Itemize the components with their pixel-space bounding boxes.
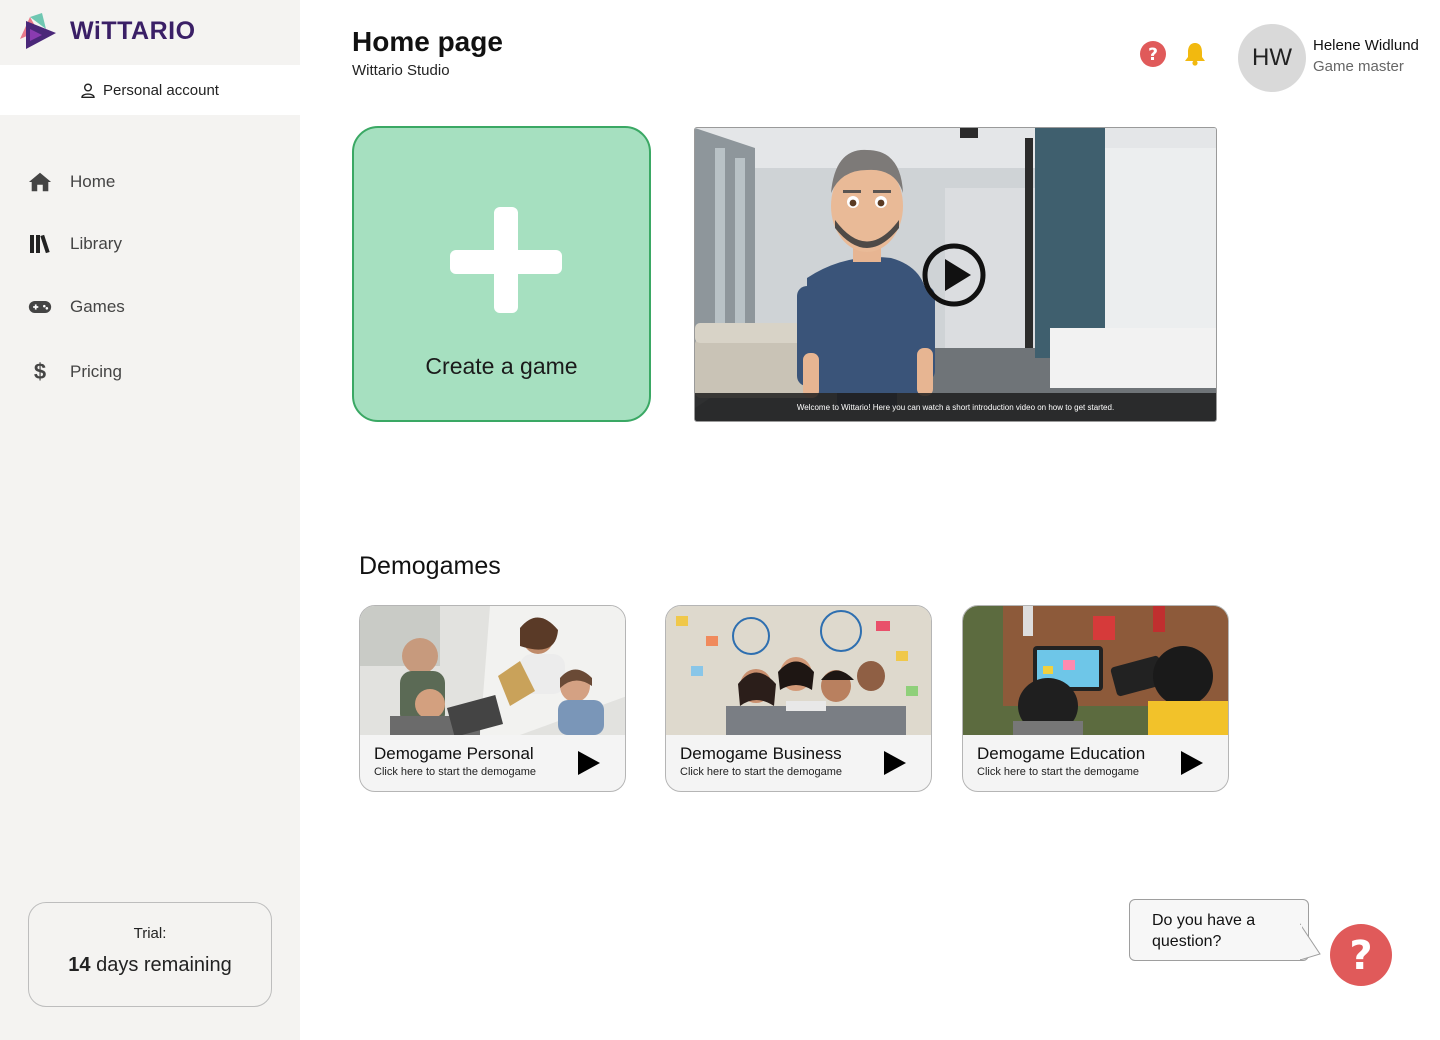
svg-text:?: ? xyxy=(1148,45,1158,65)
help-chat-icon[interactable]: ? xyxy=(1330,924,1392,986)
trial-days-suffix: days remaining xyxy=(96,954,232,976)
demogame-education-card[interactable]: Demogame Education Click here to start t… xyxy=(962,605,1229,792)
personal-account-label: Personal account xyxy=(103,81,219,99)
home-icon xyxy=(28,170,52,194)
demogame-business-card[interactable]: Demogame Business Click here to start th… xyxy=(665,605,932,792)
demogame-hint: Click here to start the demogame xyxy=(680,766,843,778)
sidebar-item-home[interactable]: Home xyxy=(28,170,115,194)
help-icon[interactable]: ? xyxy=(1140,41,1166,67)
avatar[interactable]: HW xyxy=(1238,24,1306,92)
demogame-education-image xyxy=(963,606,1228,735)
video-caption: Welcome to Wittario! Here you can watch … xyxy=(695,393,1216,421)
demogame-personal-card[interactable]: Demogame Personal Click here to start th… xyxy=(359,605,626,792)
demogames-heading: Demogames xyxy=(359,552,501,580)
create-game-label: Create a game xyxy=(425,353,578,379)
trial-days-remaining: 14 days remaining xyxy=(29,954,271,977)
sidebar-item-pricing[interactable]: $ Pricing xyxy=(28,359,122,384)
sidebar-item-label: Home xyxy=(70,172,116,191)
play-video-icon[interactable] xyxy=(921,242,987,308)
gamepad-icon xyxy=(28,295,52,319)
bubble-tail xyxy=(1300,923,1321,961)
sidebar-item-label: Games xyxy=(70,297,125,316)
demogame-name: Demogame Education xyxy=(977,744,1146,763)
create-game-button[interactable]: Create a game xyxy=(352,126,651,422)
logo-text: WiTTARIO xyxy=(70,16,196,45)
library-icon xyxy=(28,232,52,256)
intro-video[interactable]: Welcome to Wittario! Here you can watch … xyxy=(694,127,1217,422)
play-icon[interactable] xyxy=(882,749,908,777)
demogame-name: Demogame Business xyxy=(680,744,842,763)
demogame-name: Demogame Personal xyxy=(374,744,534,763)
demogame-business-image xyxy=(666,606,931,735)
user-icon xyxy=(81,83,95,98)
app-root: WiTTARIO Personal account Home Library G… xyxy=(0,0,1440,1040)
page-title: Home page xyxy=(352,26,503,57)
svg-text:?: ? xyxy=(1349,933,1372,979)
personal-account-button[interactable]: Personal account xyxy=(0,65,300,115)
user-role: Game master xyxy=(1313,58,1404,75)
plus-icon-vertical xyxy=(494,207,518,313)
sidebar-item-label: Library xyxy=(70,234,122,253)
user-name: Helene Widlund xyxy=(1313,37,1419,54)
trial-box: Trial: 14 days remaining xyxy=(28,902,272,1007)
play-icon[interactable] xyxy=(576,749,602,777)
trial-days-count: 14 xyxy=(68,954,91,976)
help-question-bubble[interactable]: Do you have a question? xyxy=(1129,899,1309,961)
trial-label: Trial: xyxy=(133,925,167,942)
sidebar-item-label: Pricing xyxy=(70,362,122,381)
sidebar: WiTTARIO Personal account Home Library G… xyxy=(0,0,300,1040)
demogame-personal-image xyxy=(360,606,625,735)
sidebar-item-games[interactable]: Games xyxy=(28,295,125,319)
logo[interactable]: WiTTARIO xyxy=(16,10,196,52)
demogame-hint: Click here to start the demogame xyxy=(977,766,1140,778)
demogame-hint: Click here to start the demogame xyxy=(374,766,537,778)
dollar-icon: $ xyxy=(33,359,47,384)
play-icon[interactable] xyxy=(1179,749,1205,777)
bell-icon[interactable] xyxy=(1184,42,1206,66)
sidebar-item-library[interactable]: Library xyxy=(28,232,122,256)
logo-icon xyxy=(20,13,56,49)
page-subtitle: Wittario Studio xyxy=(352,62,450,79)
